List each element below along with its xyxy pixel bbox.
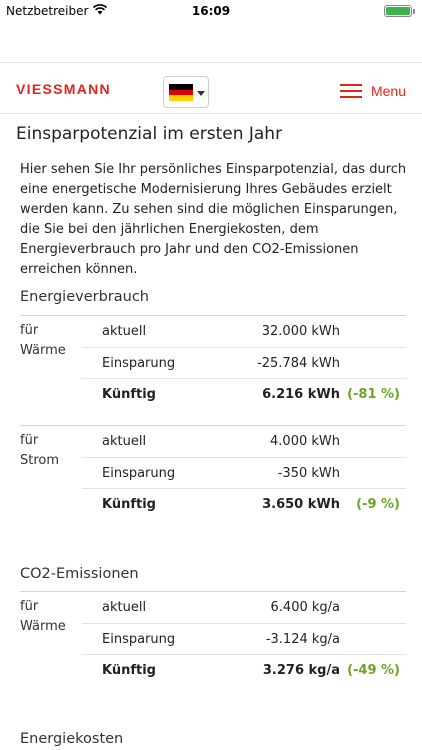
group-energieverbrauch-strom: für Strom aktuell 4.000 kWh Einsparung -3…	[20, 425, 406, 525]
table-row: aktuell 6.400 kg/a	[82, 592, 406, 623]
viessmann-logo[interactable]: VIESSMANN	[16, 81, 111, 97]
group-co2-waerme: für Wärme aktuell 6.400 kg/a Einsparung -…	[20, 591, 406, 691]
row-label: Künftig	[102, 497, 156, 512]
row-label: aktuell	[102, 434, 147, 449]
section-title-energieverbrauch: Energieverbrauch	[20, 289, 149, 305]
flag-stripe-3	[169, 95, 193, 101]
row-label: aktuell	[102, 324, 147, 339]
table-row: Künftig 3.650 kWh (-9 %)	[82, 488, 406, 519]
row-value: -350 kWh	[277, 466, 340, 481]
row-value: 4.000 kWh	[270, 434, 340, 449]
menu-button[interactable]: Menu	[339, 82, 406, 100]
page-title: Einsparpotenzial im ersten Jahr	[16, 124, 283, 144]
row-label: Künftig	[102, 387, 156, 402]
row-value: -25.784 kWh	[257, 356, 340, 371]
table-row: aktuell 32.000 kWh	[82, 316, 406, 347]
section-title-co2-emissionen: CO2-Emissionen	[20, 566, 139, 582]
row-value: -3.124 kg/a	[265, 632, 340, 647]
category-label: für Wärme	[20, 323, 66, 358]
table-row: Einsparung -25.784 kWh	[82, 347, 406, 378]
row-value: 32.000 kWh	[261, 324, 340, 339]
category-label: für Strom	[20, 433, 60, 468]
row-label: Einsparung	[102, 466, 176, 481]
table-row: aktuell 4.000 kWh	[82, 426, 406, 457]
battery-icon	[384, 5, 415, 17]
hamburger-icon	[339, 84, 362, 98]
row-value: 6.216 kWh	[262, 387, 340, 402]
table-row: Einsparung -3.124 kg/a	[82, 623, 406, 654]
table-row: Künftig 3.276 kg/a (-49 %)	[82, 654, 406, 685]
german-flag-icon	[169, 84, 193, 101]
intro-text: Hier sehen Sie Ihr persönliches Einsparp…	[20, 162, 407, 277]
table-row: Künftig 6.216 kWh (-81 %)	[82, 378, 406, 409]
row-value: 3.276 kg/a	[262, 663, 340, 678]
category-label: für Wärme	[20, 599, 66, 634]
savings-percent: (-81 %)	[347, 387, 400, 402]
app-header: VIESSMANN Menu	[0, 62, 422, 114]
savings-percent: (-49 %)	[347, 663, 400, 678]
clock: 16:09	[191, 4, 231, 18]
section-title-energiekosten: Energiekosten	[20, 731, 124, 747]
status-bar: Netzbetreiber 16:09	[0, 0, 422, 22]
caret-down-icon	[197, 91, 205, 96]
menu-label: Menu	[370, 83, 406, 99]
savings-percent: (-9 %)	[356, 497, 400, 512]
row-label: Einsparung	[102, 632, 176, 647]
row-label: Künftig	[102, 663, 156, 678]
row-label: Einsparung	[102, 356, 176, 371]
row-value: 6.400 kg/a	[270, 600, 340, 615]
language-selector[interactable]	[163, 76, 209, 108]
table-row: Einsparung -350 kWh	[82, 457, 406, 488]
row-label: aktuell	[102, 600, 147, 615]
row-value: 3.650 kWh	[262, 497, 340, 512]
group-energieverbrauch-waerme: für Wärme aktuell 32.000 kWh Einsparung -…	[20, 315, 406, 415]
